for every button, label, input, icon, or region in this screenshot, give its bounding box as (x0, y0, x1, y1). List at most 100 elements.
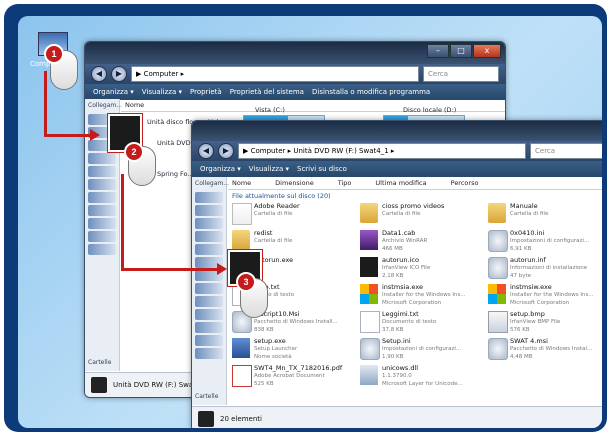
nav-item[interactable] (195, 348, 223, 359)
nav-item[interactable] (195, 192, 223, 203)
nav-item[interactable] (195, 283, 223, 294)
nav-item[interactable] (88, 231, 116, 242)
nav-item[interactable] (88, 218, 116, 229)
status-text: 20 elementi (220, 415, 262, 423)
toolbar-uninstall[interactable]: Disinstalla o modifica programma (312, 88, 430, 96)
file-name: Data1.cab (382, 229, 416, 237)
folder-icon (488, 203, 506, 223)
column-size[interactable]: Dimensione (275, 177, 314, 189)
file-type: Setup Launcher (254, 346, 298, 352)
status-text: Unità DVD RW (F:) Swat4 (113, 381, 201, 389)
title-bar[interactable] (192, 121, 602, 141)
maximize-icon[interactable]: □ (450, 44, 472, 58)
file-item[interactable]: cioss promo videos Cartella di file (360, 201, 478, 227)
close-icon[interactable]: x (473, 44, 501, 58)
file-type: Cartella di file (254, 238, 293, 244)
nav-item[interactable] (88, 244, 116, 255)
status-bar: 20 elementi (192, 406, 602, 428)
search-input[interactable]: Cerca (530, 143, 602, 159)
column-modified[interactable]: Ultima modifica (375, 177, 426, 189)
file-detail: 1,90 KB (382, 354, 404, 360)
toolbar-system-properties[interactable]: Proprietà del sistema (230, 88, 304, 96)
file-item[interactable]: instmsiw.exe Installer for the Windows In… (488, 282, 602, 308)
forward-icon[interactable]: ▶ (218, 143, 234, 159)
doc-icon (360, 311, 380, 333)
file-item[interactable]: Data1.cab Archivio WinRAR 466 MB (360, 228, 478, 254)
blue-icon (232, 338, 250, 358)
column-type[interactable]: Tipo (338, 177, 352, 189)
file-item[interactable]: setup.exe Setup Launcher Nome società (232, 336, 350, 362)
arrow-icon (217, 263, 227, 275)
toolbar-organize[interactable]: Organizza ▾ (93, 88, 134, 96)
rar-icon (360, 230, 378, 250)
file-item[interactable]: Setup.ini Impostazioni di configurazi... 1… (360, 336, 478, 362)
file-item[interactable]: unicows.dll 1.1.3790.0 Microsoft Layer for… (360, 363, 478, 389)
file-name: instmsia.exe (382, 283, 423, 291)
column-path[interactable]: Percorso (451, 177, 479, 189)
gear-icon (488, 338, 508, 360)
nav-item[interactable] (88, 166, 116, 177)
win-icon (488, 284, 506, 304)
file-type: Cartella di file (510, 211, 549, 217)
toolbar-burn[interactable]: Scrivi su disco (297, 165, 347, 173)
search-input[interactable]: Cerca (423, 66, 499, 82)
file-item[interactable]: Adobe Reader Cartella di file (232, 201, 350, 227)
nav-item[interactable] (195, 322, 223, 333)
folder-icon (232, 230, 250, 250)
file-type: Archivio WinRAR (382, 238, 428, 244)
file-name: unicows.dll (382, 364, 419, 372)
nav-item[interactable] (195, 335, 223, 346)
step-connector (44, 71, 47, 137)
file-type: Impostazioni di configurazi... (510, 238, 590, 244)
desktop: Computer – □ x ◀ ▶ ▶ Computer ▸ Cerca Or… (18, 16, 602, 428)
toolbar-view[interactable]: Visualizza ▾ (249, 165, 289, 173)
drive-d[interactable]: Disco locale (D:) (403, 106, 456, 114)
file-detail: 4,48 MB (510, 354, 533, 360)
toolbar-properties[interactable]: Proprietà (190, 88, 222, 96)
file-item[interactable]: Manuale Cartella di file (488, 201, 602, 227)
column-name[interactable]: Nome (125, 99, 144, 111)
file-item[interactable]: 0x0410.ini Impostazioni di configurazi...… (488, 228, 602, 254)
forward-icon[interactable]: ▶ (111, 66, 127, 82)
address-field[interactable]: ▶ Computer ▸ (131, 66, 419, 82)
links-label: Collegam... (195, 180, 229, 187)
folders-label: Cartelle (88, 359, 112, 366)
back-icon[interactable]: ◀ (91, 66, 107, 82)
nav-item[interactable] (195, 244, 223, 255)
file-detail: Microsoft Corporation (382, 300, 442, 306)
drive-other[interactable]: Spring Fo... (157, 170, 194, 178)
file-detail: Nome società (254, 354, 292, 360)
drive-c[interactable]: Vista (C:) (255, 106, 285, 114)
nav-item[interactable] (88, 192, 116, 203)
nav-item[interactable] (88, 205, 116, 216)
file-item[interactable]: autorun.inf Informazioni di installazione… (488, 255, 602, 281)
nav-item[interactable] (195, 309, 223, 320)
nav-item[interactable] (195, 231, 223, 242)
file-item[interactable]: setup.bmp IrfanView BMP File 576 KB (488, 309, 602, 335)
back-icon[interactable]: ◀ (198, 143, 214, 159)
title-bar[interactable]: – □ x (85, 42, 505, 64)
column-name[interactable]: Nome (232, 177, 251, 189)
file-type: Cartella di file (254, 211, 293, 217)
file-item[interactable]: autorun.ico IrfanView ICO File 2,18 KB (360, 255, 478, 281)
minimize-icon[interactable]: – (427, 44, 449, 58)
nav-item[interactable] (88, 153, 116, 164)
address-field[interactable]: ▶ Computer ▸ Unità DVD RW (F:) Swat4_1 ▸ (238, 143, 526, 159)
nav-item[interactable] (195, 296, 223, 307)
nav-item[interactable] (88, 179, 116, 190)
group-header: File attualmente sul disco (20) (232, 192, 331, 200)
file-type: Cartella di file (382, 211, 421, 217)
file-item[interactable]: Leggimi.txt Documento di testo 37,8 KB (360, 309, 478, 335)
file-item[interactable]: SWAT 4.msi Pacchetto di Windows Instal...… (488, 336, 602, 362)
toolbar-organize[interactable]: Organizza ▾ (200, 165, 241, 173)
file-item[interactable]: SWT4_Mn_TX_7182016.pdf Adobe Acrobat Docu… (232, 363, 350, 389)
file-name: SWT4_Mn_TX_7182016.pdf (254, 364, 343, 372)
nav-item[interactable] (195, 218, 223, 229)
gear-icon (488, 230, 508, 252)
command-bar: Organizza ▾ Visualizza ▾ Proprietà Propr… (85, 84, 505, 100)
nav-item[interactable] (195, 205, 223, 216)
toolbar-view[interactable]: Visualizza ▾ (142, 88, 182, 96)
file-detail: Microsoft Corporation (510, 300, 570, 306)
file-item[interactable]: instmsia.exe Installer for the Windows In… (360, 282, 478, 308)
bmp-icon (488, 311, 508, 333)
